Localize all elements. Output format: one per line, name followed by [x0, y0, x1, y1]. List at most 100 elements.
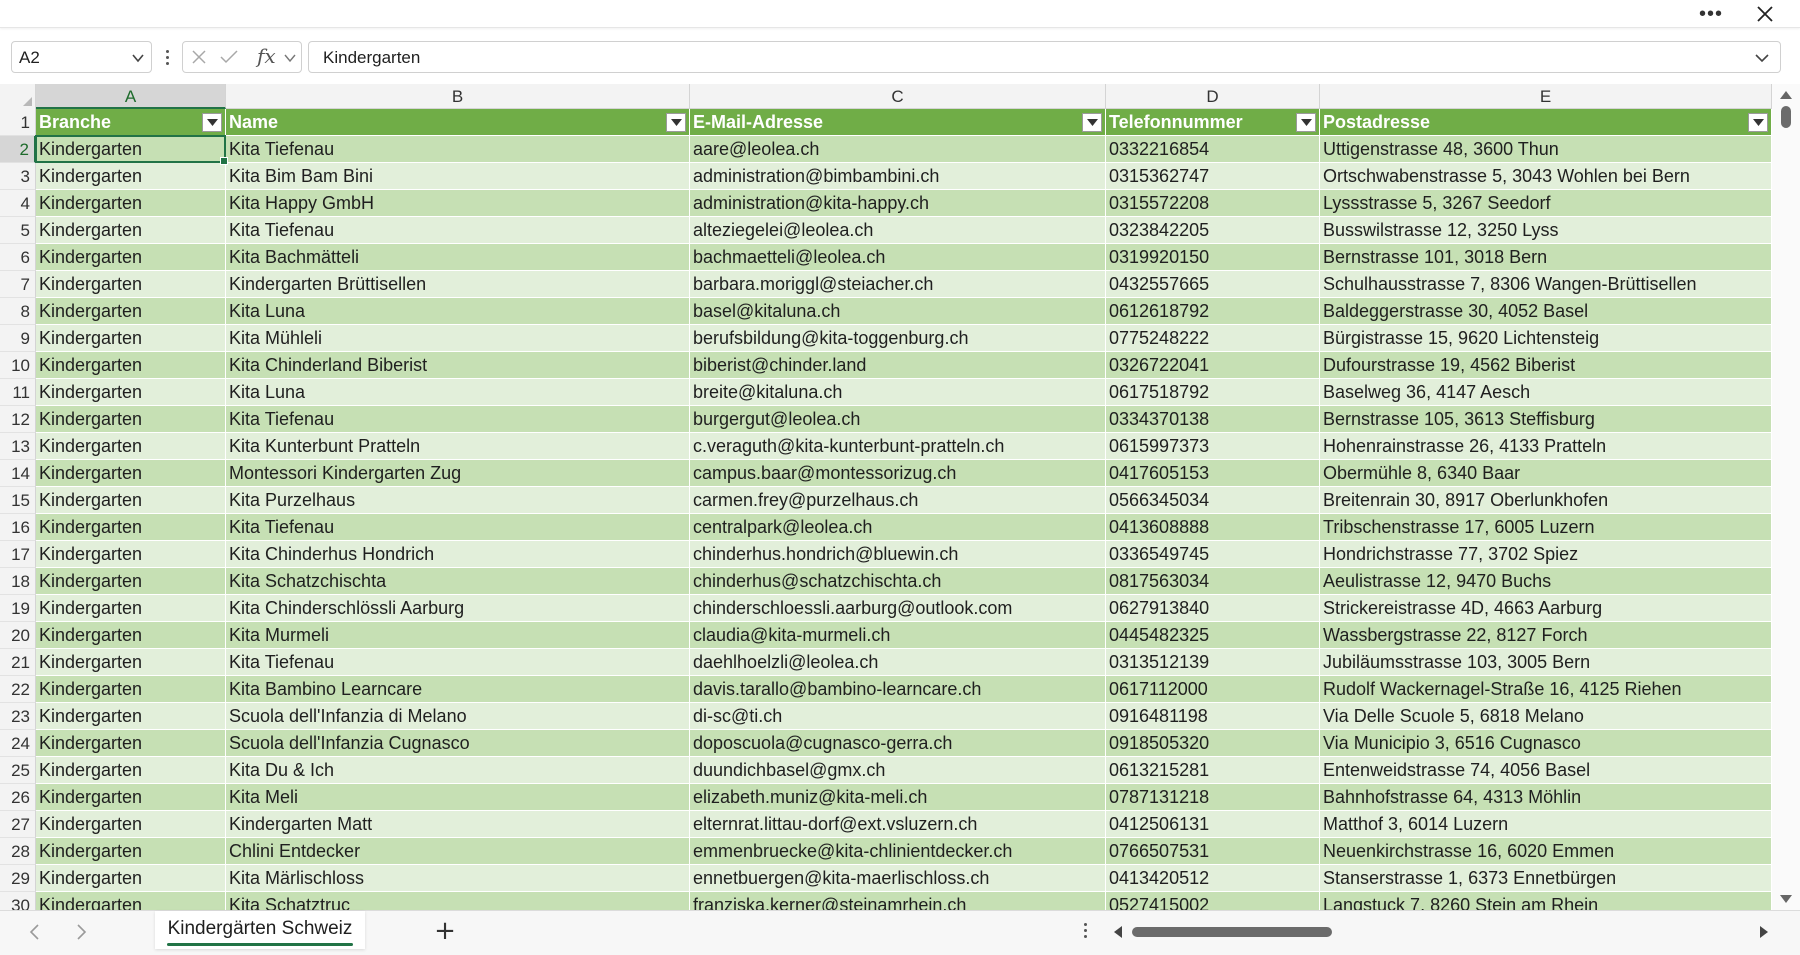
cell-name[interactable]: Kita Chinderland Biberist [226, 352, 690, 379]
row-number[interactable]: 29 [0, 865, 36, 892]
row-number[interactable]: 2 [0, 136, 36, 163]
cell-name[interactable]: Kita Du & Ich [226, 757, 690, 784]
cell-email[interactable]: doposcuola@cugnasco-gerra.ch [690, 730, 1106, 757]
cell-address[interactable]: Rudolf Wackernagel-Straße 16, 4125 Riehe… [1320, 676, 1772, 703]
cell-address[interactable]: Stanserstrasse 1, 6373 Ennetbürgen [1320, 865, 1772, 892]
cell-email[interactable]: biberist@chinder.land [690, 352, 1106, 379]
cell-address[interactable]: Breitenrain 30, 8917 Oberlunkhofen [1320, 487, 1772, 514]
cell-address[interactable]: Jubiläumsstrasse 103, 3005 Bern [1320, 649, 1772, 676]
cell-branche[interactable]: Kindergarten [36, 244, 226, 271]
row-number[interactable]: 28 [0, 838, 36, 865]
cell-branche[interactable]: Kindergarten [36, 379, 226, 406]
scroll-left-icon[interactable] [1112, 925, 1124, 944]
cell-name[interactable]: Kita Bambino Learncare [226, 676, 690, 703]
cell-branche[interactable]: Kindergarten [36, 352, 226, 379]
row-number[interactable]: 21 [0, 649, 36, 676]
horizontal-scroll-thumb[interactable] [1132, 927, 1332, 937]
cell-branche[interactable]: Kindergarten [36, 460, 226, 487]
cell-branche[interactable]: Kindergarten [36, 865, 226, 892]
row-number[interactable]: 18 [0, 568, 36, 595]
cell-name[interactable]: Kita Luna [226, 379, 690, 406]
cell-phone[interactable]: 0612618792 [1106, 298, 1320, 325]
cell-name[interactable]: Kita Tiefenau [226, 217, 690, 244]
filter-dropdown-icon[interactable] [1082, 113, 1102, 132]
row-number[interactable]: 16 [0, 514, 36, 541]
row-number[interactable]: 11 [0, 379, 36, 406]
cell-email[interactable]: c.veraguth@kita-kunterbunt-pratteln.ch [690, 433, 1106, 460]
cell-phone[interactable]: 0916481198 [1106, 703, 1320, 730]
cell-branche[interactable]: Kindergarten [36, 730, 226, 757]
cell-branche[interactable]: Kindergarten [36, 406, 226, 433]
select-all-corner[interactable] [0, 84, 36, 109]
cell-phone[interactable]: 0315362747 [1106, 163, 1320, 190]
cell-branche[interactable]: Kindergarten [36, 595, 226, 622]
cell-branche[interactable]: Kindergarten [36, 892, 226, 910]
enter-check-icon[interactable] [219, 49, 239, 70]
row-number[interactable]: 26 [0, 784, 36, 811]
name-box[interactable]: A2 [11, 41, 152, 73]
cell-branche[interactable]: Kindergarten [36, 541, 226, 568]
row-number[interactable]: 23 [0, 703, 36, 730]
cell-phone[interactable]: 0817563034 [1106, 568, 1320, 595]
cell-email[interactable]: basel@kitaluna.ch [690, 298, 1106, 325]
filter-dropdown-icon[interactable] [666, 113, 686, 132]
cell-branche[interactable]: Kindergarten [36, 487, 226, 514]
header-cell-branche[interactable]: Branche [36, 109, 226, 136]
row-number[interactable]: 7 [0, 271, 36, 298]
cell-email[interactable]: franziska.kerner@steinamrhein.ch [690, 892, 1106, 910]
horizontal-scrollbar[interactable] [1108, 919, 1778, 945]
cell-branche[interactable]: Kindergarten [36, 163, 226, 190]
cell-name[interactable]: Kita Tiefenau [226, 514, 690, 541]
cell-name[interactable]: Kita Märlischloss [226, 865, 690, 892]
cell-name[interactable]: Chlini Entdecker [226, 838, 690, 865]
cell-address[interactable]: Entenweidstrasse 74, 4056 Basel [1320, 757, 1772, 784]
cell-name[interactable]: Scuola dell'Infanzia Cugnasco [226, 730, 690, 757]
cell-address[interactable]: Tribschenstrasse 17, 6005 Luzern [1320, 514, 1772, 541]
row-number[interactable]: 15 [0, 487, 36, 514]
cell-branche[interactable]: Kindergarten [36, 838, 226, 865]
cell-address[interactable]: Lyssstrasse 5, 3267 Seedorf [1320, 190, 1772, 217]
vertical-scroll-thumb[interactable] [1781, 106, 1791, 128]
cell-address[interactable]: Bahnhofstrasse 64, 4313 Möhlin [1320, 784, 1772, 811]
cell-phone[interactable]: 0315572208 [1106, 190, 1320, 217]
row-number[interactable]: 25 [0, 757, 36, 784]
column-header-a[interactable]: A [36, 84, 226, 109]
cell-email[interactable]: campus.baar@montessorizug.ch [690, 460, 1106, 487]
cell-phone[interactable]: 0445482325 [1106, 622, 1320, 649]
cell-email[interactable]: chinderschloessli.aarburg@outlook.com [690, 595, 1106, 622]
cell-branche[interactable]: Kindergarten [36, 325, 226, 352]
formula-input[interactable]: Kindergarten [308, 41, 1781, 73]
cell-address[interactable]: Busswilstrasse 12, 3250 Lyss [1320, 217, 1772, 244]
cell-email[interactable]: barbara.moriggl@steiacher.ch [690, 271, 1106, 298]
cell-name[interactable]: Kita Mühleli [226, 325, 690, 352]
filter-dropdown-icon[interactable] [1296, 113, 1316, 132]
filter-dropdown-icon[interactable] [202, 113, 222, 132]
cell-address[interactable]: Ortschwabenstrasse 5, 3043 Wohlen bei Be… [1320, 163, 1772, 190]
cell-email[interactable]: aare@leolea.ch [690, 136, 1106, 163]
cell-address[interactable]: Bernstrasse 101, 3018 Bern [1320, 244, 1772, 271]
row-number[interactable]: 14 [0, 460, 36, 487]
cell-name[interactable]: Scuola dell'Infanzia di Melano [226, 703, 690, 730]
cell-address[interactable]: Via Municipio 3, 6516 Cugnasco [1320, 730, 1772, 757]
cell-name[interactable]: Kita Happy GmbH [226, 190, 690, 217]
add-sheet-icon[interactable]: + [430, 918, 460, 945]
cell-address[interactable]: Hondrichstrasse 77, 3702 Spiez [1320, 541, 1772, 568]
cell-phone[interactable]: 0617112000 [1106, 676, 1320, 703]
cell-email[interactable]: breite@kitaluna.ch [690, 379, 1106, 406]
cell-branche[interactable]: Kindergarten [36, 811, 226, 838]
row-number[interactable]: 6 [0, 244, 36, 271]
cell-email[interactable]: chinderhus.hondrich@bluewin.ch [690, 541, 1106, 568]
row-number[interactable]: 9 [0, 325, 36, 352]
filter-dropdown-icon[interactable] [1748, 113, 1768, 132]
cell-address[interactable]: Wassbergstrasse 22, 8127 Forch [1320, 622, 1772, 649]
row-number[interactable]: 3 [0, 163, 36, 190]
insert-function-icon[interactable]: fx [257, 44, 276, 68]
cell-address[interactable]: Matthof 3, 6014 Luzern [1320, 811, 1772, 838]
cell-name[interactable]: Kita Tiefenau [226, 136, 690, 163]
row-number[interactable]: 5 [0, 217, 36, 244]
cell-email[interactable]: berufsbildung@kita-toggenburg.ch [690, 325, 1106, 352]
cell-phone[interactable]: 0617518792 [1106, 379, 1320, 406]
cell-address[interactable]: Neuenkirchstrasse 16, 6020 Emmen [1320, 838, 1772, 865]
cell-name[interactable]: Kita Chinderschlössli Aarburg [226, 595, 690, 622]
cell-phone[interactable]: 0332216854 [1106, 136, 1320, 163]
